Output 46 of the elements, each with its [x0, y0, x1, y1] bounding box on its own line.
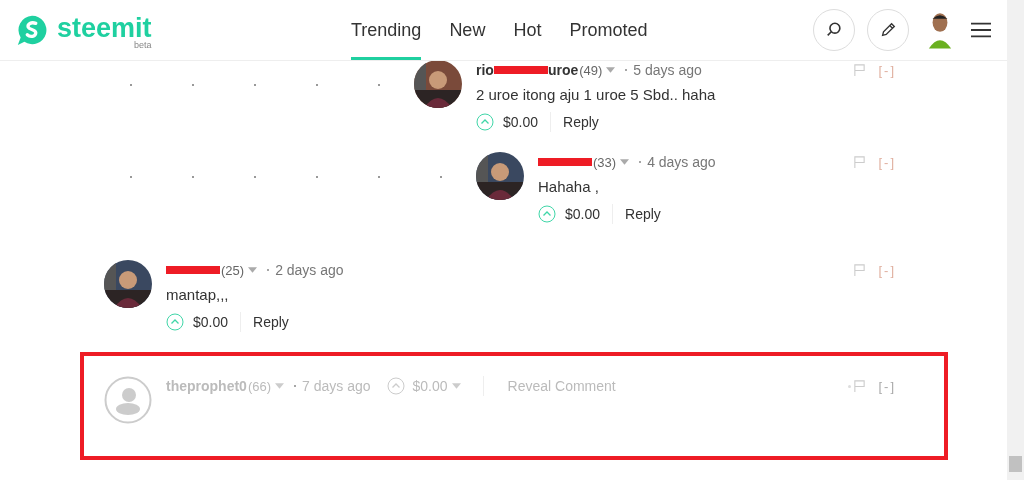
caret-icon[interactable]	[620, 159, 630, 165]
search-button[interactable]	[813, 9, 855, 51]
reputation: (49)	[579, 62, 603, 78]
caret-icon[interactable]	[606, 67, 616, 73]
beta-label: beta	[134, 40, 152, 50]
flag-icon[interactable]	[853, 155, 867, 169]
timestamp: 7 days ago	[302, 378, 371, 394]
speech-bubble-logo-icon[interactable]	[15, 13, 49, 47]
nav-tab[interactable]: Trending	[351, 0, 422, 60]
timestamp: 5 days ago	[633, 62, 702, 78]
reputation: (25)	[221, 262, 245, 278]
menu-icon[interactable]	[971, 21, 991, 39]
payout-amount: $0.00	[193, 314, 229, 330]
flag-icon[interactable]	[853, 63, 867, 77]
user-placeholder-icon	[104, 376, 152, 424]
caret-icon[interactable]	[451, 383, 461, 389]
timestamp: 2 days ago	[275, 262, 344, 278]
nav-tab[interactable]: Hot	[513, 0, 542, 60]
timestamp: 4 days ago	[647, 154, 716, 170]
upvote-icon[interactable]	[166, 313, 184, 331]
upvote-icon[interactable]	[538, 205, 556, 223]
comment-text: 2 uroe itong aju 1 uroe 5 Sbd.. haha	[476, 86, 717, 105]
reputation: (33)	[593, 154, 617, 170]
flag-icon[interactable]	[853, 379, 867, 393]
search-icon	[825, 21, 843, 39]
author-name[interactable]: rio	[476, 62, 494, 78]
nav-tab[interactable]: New	[449, 0, 486, 60]
flag-icon[interactable]	[853, 263, 867, 277]
caret-icon[interactable]	[275, 383, 284, 389]
scrollbar[interactable]	[1007, 0, 1024, 480]
edit-button[interactable]	[867, 9, 909, 51]
reply-link[interactable]: Reply	[625, 206, 661, 222]
upvote-icon[interactable]	[476, 113, 494, 131]
comment-text: Hahaha ,	[538, 178, 600, 197]
comment-text: mantap,,,	[166, 286, 230, 305]
payout-amount: $0.00	[412, 378, 448, 394]
upvote-icon[interactable]	[386, 377, 405, 395]
author-name[interactable]: uroe	[547, 62, 579, 78]
reply-link[interactable]: Reply	[253, 314, 289, 330]
nav-tab[interactable]: Promoted	[569, 0, 648, 60]
reply-link[interactable]: Reply	[563, 114, 599, 130]
pencil-icon	[879, 21, 897, 39]
caret-icon[interactable]	[248, 267, 258, 273]
reputation: (66)	[247, 378, 271, 394]
payout-amount: $0.00	[565, 206, 601, 222]
payout-amount: $0.00	[503, 114, 539, 130]
